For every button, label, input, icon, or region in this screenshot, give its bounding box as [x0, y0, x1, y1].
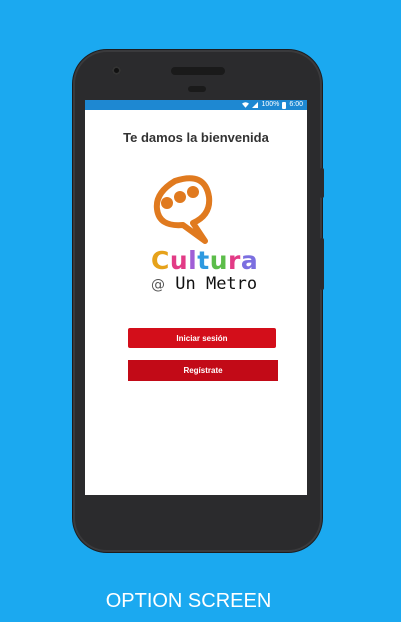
brand-letter: l — [188, 246, 198, 275]
brand-letter: C — [151, 246, 170, 275]
signal-icon — [252, 102, 259, 108]
volume-button — [320, 238, 324, 290]
power-button — [320, 168, 324, 198]
cultura-logo: Cultura @ Un Metro — [143, 175, 263, 295]
status-time: 6:00 — [289, 101, 303, 108]
screen-caption: OPTION SCREEN — [105, 590, 272, 612]
brand-letter: a — [240, 246, 259, 275]
speech-bubble-icon — [153, 175, 213, 244]
app-screen: 100% 6:00 Te damos la bienvenida Cultura… — [85, 100, 307, 495]
brand-letter: u — [169, 246, 189, 275]
earpiece-speaker — [171, 67, 225, 75]
brand-letter: r — [228, 246, 241, 275]
wifi-icon — [242, 102, 250, 108]
brand-subtitle: @ Un Metro — [151, 274, 257, 294]
brand-letter: t — [197, 246, 210, 275]
battery-percent: 100% — [261, 101, 280, 108]
brand-wordmark: Cultura — [151, 246, 258, 275]
welcome-heading: Te damos la bienvenida — [123, 130, 269, 145]
at-symbol: @ — [151, 277, 165, 293]
sensor-slot — [188, 86, 206, 92]
front-camera-icon — [112, 66, 121, 75]
status-bar: 100% 6:00 — [85, 100, 307, 110]
login-button[interactable]: Iniciar sesión — [128, 328, 276, 348]
brand-letter: u — [209, 246, 229, 275]
brand-subtitle-text: Un Metro — [175, 274, 258, 294]
battery-icon — [282, 101, 287, 109]
register-button[interactable]: Regístrate — [128, 360, 278, 381]
